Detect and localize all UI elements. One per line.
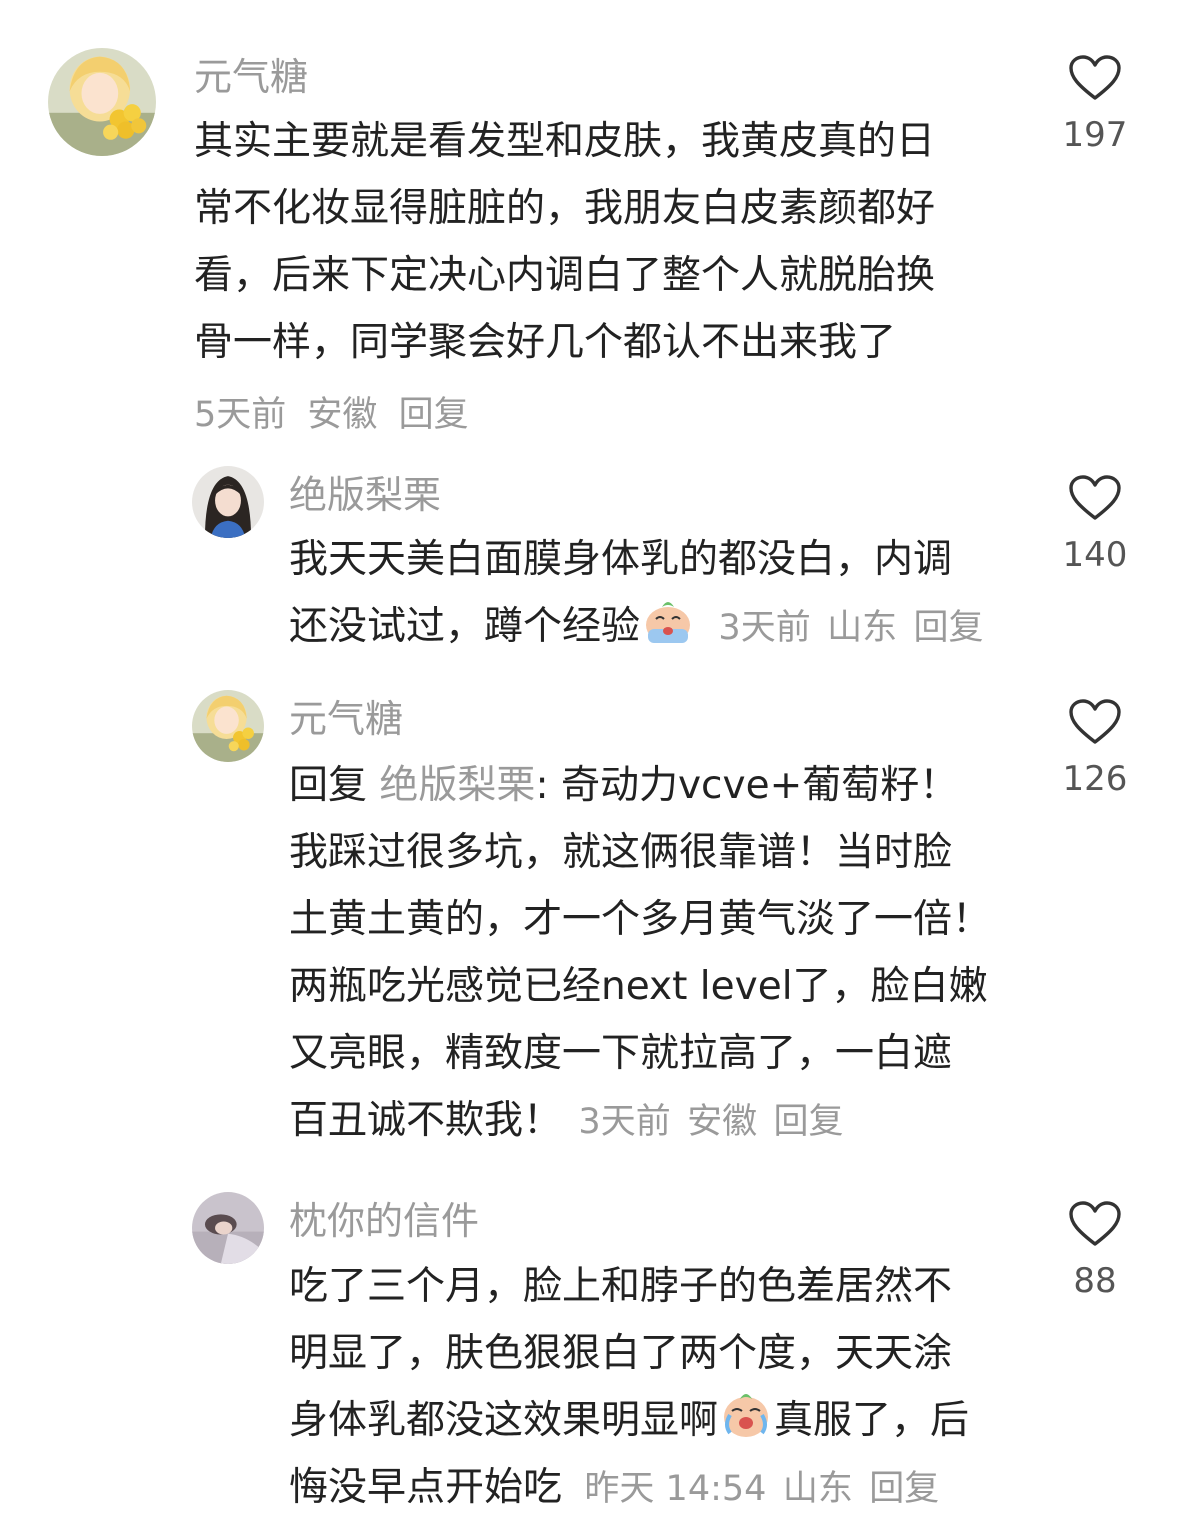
comment-text: 回复 绝版梨栗: 奇动力vcve+葡萄籽！ 我踩过很多坑，就这俩很靠谱！当时脸 … [289,752,1049,1156]
reply-button[interactable]: 回复 [914,608,984,648]
comment-text: 吃了三个月，脸上和脖子的色差居然不 明显了，肤色狠狠白了两个度，天天涂 身体乳都… [289,1253,1049,1523]
username[interactable]: 元气糖 [289,700,403,738]
heart-icon [1069,475,1121,520]
reply-button[interactable]: 回复 [774,1102,844,1142]
crying-emoji-icon [718,1389,774,1441]
timestamp: 3天前 [718,608,811,648]
crying-emoji-icon [640,595,696,647]
text-line: 回复 绝版梨栗: 奇动力vcve+葡萄籽！ [289,752,1049,819]
avatar-girl-flowers-icon [192,690,264,762]
timestamp: 5天前 [194,395,287,435]
text-segment: 百丑诚不欺我！ [289,1098,563,1143]
like-button[interactable]: 126 [1055,698,1135,796]
username[interactable]: 枕你的信件 [289,1202,479,1240]
text-segment: 悔没早点开始吃 [289,1465,563,1510]
text-line: 看，后来下定决心内调白了整个人就脱胎换 [194,253,936,298]
like-count: 88 [1073,1261,1117,1301]
comment-meta: 5天前 安徽 回复 [194,386,469,437]
username[interactable]: 绝版梨栗 [289,476,441,514]
text-line: 悔没早点开始吃 昨天 14:54 山东 回复 [289,1454,1049,1523]
like-button[interactable]: 140 [1055,474,1135,572]
avatar[interactable] [192,466,264,538]
text-line: 还没试过，蹲个经验 3天前 山东 回复 [289,593,1029,662]
text-line: 百丑诚不欺我！ 3天前 安徽 回复 [289,1087,1049,1156]
text-line: 两瓶吃光感觉已经next level了，脸白嫩 [289,964,988,1009]
text-segment: 还没试过，蹲个经验 [289,604,641,649]
heart-icon [1069,699,1121,744]
comment-text: 其实主要就是看发型和皮肤，我黄皮真的日 常不化妆显得脏脏的，我朋友白皮素颜都好 … [194,108,1024,376]
text-segment: 身体乳都没这效果明显啊 [289,1398,719,1443]
avatar-girl-lying-icon [192,1192,264,1264]
like-count: 140 [1062,535,1128,575]
reply-target-username[interactable]: 绝版梨栗 [379,763,535,808]
like-count: 126 [1062,759,1128,799]
comment-text: 我天天美白面膜身体乳的都没白，内调 还没试过，蹲个经验 3天前 山东 回复 [289,526,1029,662]
avatar[interactable] [48,48,156,156]
like-count: 197 [1062,115,1128,155]
reply-button[interactable]: 回复 [869,1469,939,1509]
text-line: 我踩过很多坑，就这俩很靠谱！当时脸 [289,830,953,875]
text-line: 我天天美白面膜身体乳的都没白，内调 [289,537,953,582]
text-line: 土黄土黄的，才一个多月黄气淡了一倍！ [289,897,992,942]
text-line: 明显了，肤色狠狠白了两个度，天天涂 [289,1331,953,1376]
location: 安徽 [307,395,378,435]
timestamp: 3天前 [578,1102,671,1142]
text-line: 吃了三个月，脸上和脖子的色差居然不 [289,1264,953,1309]
avatar-girl-photo-icon [192,466,264,538]
text-line: 又亮眼，精致度一下就拉高了，一白遮 [289,1031,953,1076]
avatar[interactable] [192,1192,264,1264]
timestamp: 昨天 14:54 [584,1469,767,1509]
location: 山东 [782,1469,853,1509]
username[interactable]: 元气糖 [194,58,308,96]
location: 安徽 [687,1102,758,1142]
reply-prefix: 回复 [289,763,368,808]
text-line: 其实主要就是看发型和皮肤，我黄皮真的日 [194,119,936,164]
text-line: 常不化妆显得脏脏的，我朋友白皮素颜都好 [194,186,936,231]
location: 山东 [827,608,898,648]
avatar-girl-flowers-icon [48,48,156,156]
avatar[interactable] [192,690,264,762]
text-segment: : 奇动力vcve+葡萄籽！ [535,763,959,808]
like-button[interactable]: 88 [1055,1200,1135,1298]
text-line: 骨一样，同学聚会好几个都认不出来我了 [194,320,897,365]
text-line: 身体乳都没这效果明显啊 真服了，后 [289,1387,1049,1454]
heart-icon [1069,1201,1121,1246]
like-button[interactable]: 197 [1055,54,1135,152]
text-segment: 真服了，后 [774,1398,970,1443]
heart-icon [1069,55,1121,100]
reply-button[interactable]: 回复 [399,395,469,435]
